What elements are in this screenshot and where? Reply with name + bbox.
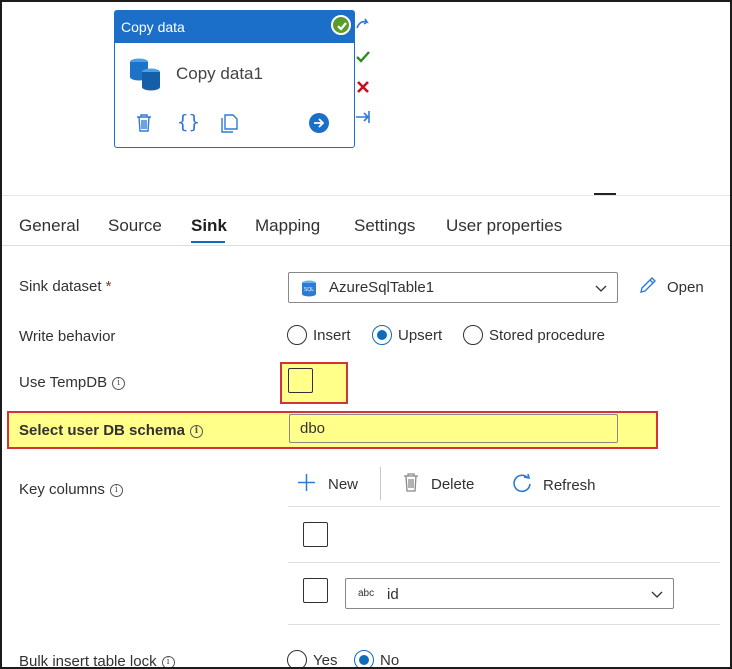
radio-label: Stored procedure [489,326,605,344]
use-tempdb-checkbox[interactable] [288,368,313,393]
tab-settings[interactable]: Settings [354,216,415,236]
chevron-down-icon [651,587,663,604]
copy-activity-card[interactable]: Copy data Copy data1 {} [114,10,355,148]
info-icon[interactable]: i [109,484,123,497]
key-columns-row-line [288,562,720,563]
string-type-badge: abc [358,588,375,599]
radio-circle-selected [354,650,374,667]
sink-dataset-select[interactable]: SQL AzureSqlTable1 [288,272,618,303]
row-checkbox[interactable] [303,578,328,603]
completion-port-icon[interactable] [354,16,372,34]
success-port-icon[interactable] [354,48,372,66]
key-column-select[interactable]: abc id [345,578,674,609]
tab-sink[interactable]: Sink [191,216,227,236]
tab-mapping[interactable]: Mapping [255,216,320,236]
radio-circle-selected [372,325,392,345]
sink-dataset-value: AzureSqlTable1 [329,279,435,296]
arrow-circle-icon[interactable] [309,113,329,138]
braces-icon[interactable]: {} [177,111,200,133]
chevron-down-icon [595,281,607,298]
pipeline-canvas[interactable]: Copy data Copy data1 {} [2,2,730,195]
delete-label: Delete [431,476,475,493]
info-icon[interactable]: i [189,425,203,438]
write-behavior-stored-procedure-radio[interactable]: Stored procedure [463,325,605,345]
use-tempdb-label: Use TempDB i [19,374,126,391]
refresh-key-columns-button[interactable]: Refresh [512,473,596,498]
radio-circle [287,650,307,667]
activity-body: Copy data1 [115,43,354,103]
activity-actions: {} [115,107,354,141]
sql-table-icon: SQL [301,280,317,301]
new-key-column-button[interactable]: New [297,473,358,496]
properties-tabs: General Source Sink Mapping Settings Use… [2,196,730,246]
select-all-checkbox[interactable] [303,522,328,547]
write-behavior-insert-radio[interactable]: Insert [287,325,351,345]
failure-port-icon[interactable] [354,78,372,96]
database-icon [129,57,163,98]
refresh-icon [512,473,533,498]
radio-label: Insert [313,326,351,344]
check-circle-icon [331,15,351,35]
radio-label: Yes [313,651,338,669]
tab-user-properties[interactable]: User properties [446,216,562,236]
tab-general[interactable]: General [19,216,79,236]
trash-icon[interactable] [135,113,153,138]
key-columns-header-line [288,506,720,507]
bulk-insert-lock-yes-radio[interactable]: Yes [287,650,338,669]
refresh-label: Refresh [543,477,596,494]
info-icon[interactable]: i [161,656,175,667]
write-behavior-upsert-radio[interactable]: Upsert [372,325,442,345]
radio-circle [463,325,483,345]
new-label: New [328,476,359,493]
pencil-icon [638,275,658,299]
open-dataset-button[interactable]: Open [638,275,704,299]
tab-source[interactable]: Source [108,216,162,236]
required-marker: * [105,278,112,295]
key-columns-footer-line [288,624,720,625]
delete-key-column-button[interactable]: Delete [403,473,474,496]
plus-icon [297,473,316,496]
open-label: Open [667,278,704,296]
activity-header: Copy data [115,11,354,43]
key-columns-label: Key columns i [19,481,123,498]
app-frame: Copy data Copy data1 {} General Source S… [0,0,732,669]
radio-circle [287,325,307,345]
copy-icon[interactable] [221,113,239,138]
trash-icon [403,473,419,496]
bulk-insert-lock-no-radio[interactable]: No [354,650,400,669]
active-tab-indicator [191,241,225,243]
activity-name: Copy data1 [176,64,263,83]
info-icon[interactable]: i [112,377,126,390]
skip-port-icon[interactable] [354,108,372,126]
svg-text:SQL: SQL [304,287,314,293]
sink-dataset-label: Sink dataset * [19,278,112,295]
radio-label: No [380,651,400,669]
radio-label: Upsert [398,326,443,344]
write-behavior-label: Write behavior [19,328,116,345]
user-db-schema-value: dbo [300,420,326,437]
user-db-schema-input[interactable]: dbo [289,414,618,443]
key-column-value: id [387,586,399,603]
toolbar-separator [380,467,381,500]
user-db-schema-label: Select user DB schema i [19,422,203,439]
bulk-insert-lock-label: Bulk insert table lock i [19,653,175,667]
activity-type-label: Copy data [121,19,185,35]
